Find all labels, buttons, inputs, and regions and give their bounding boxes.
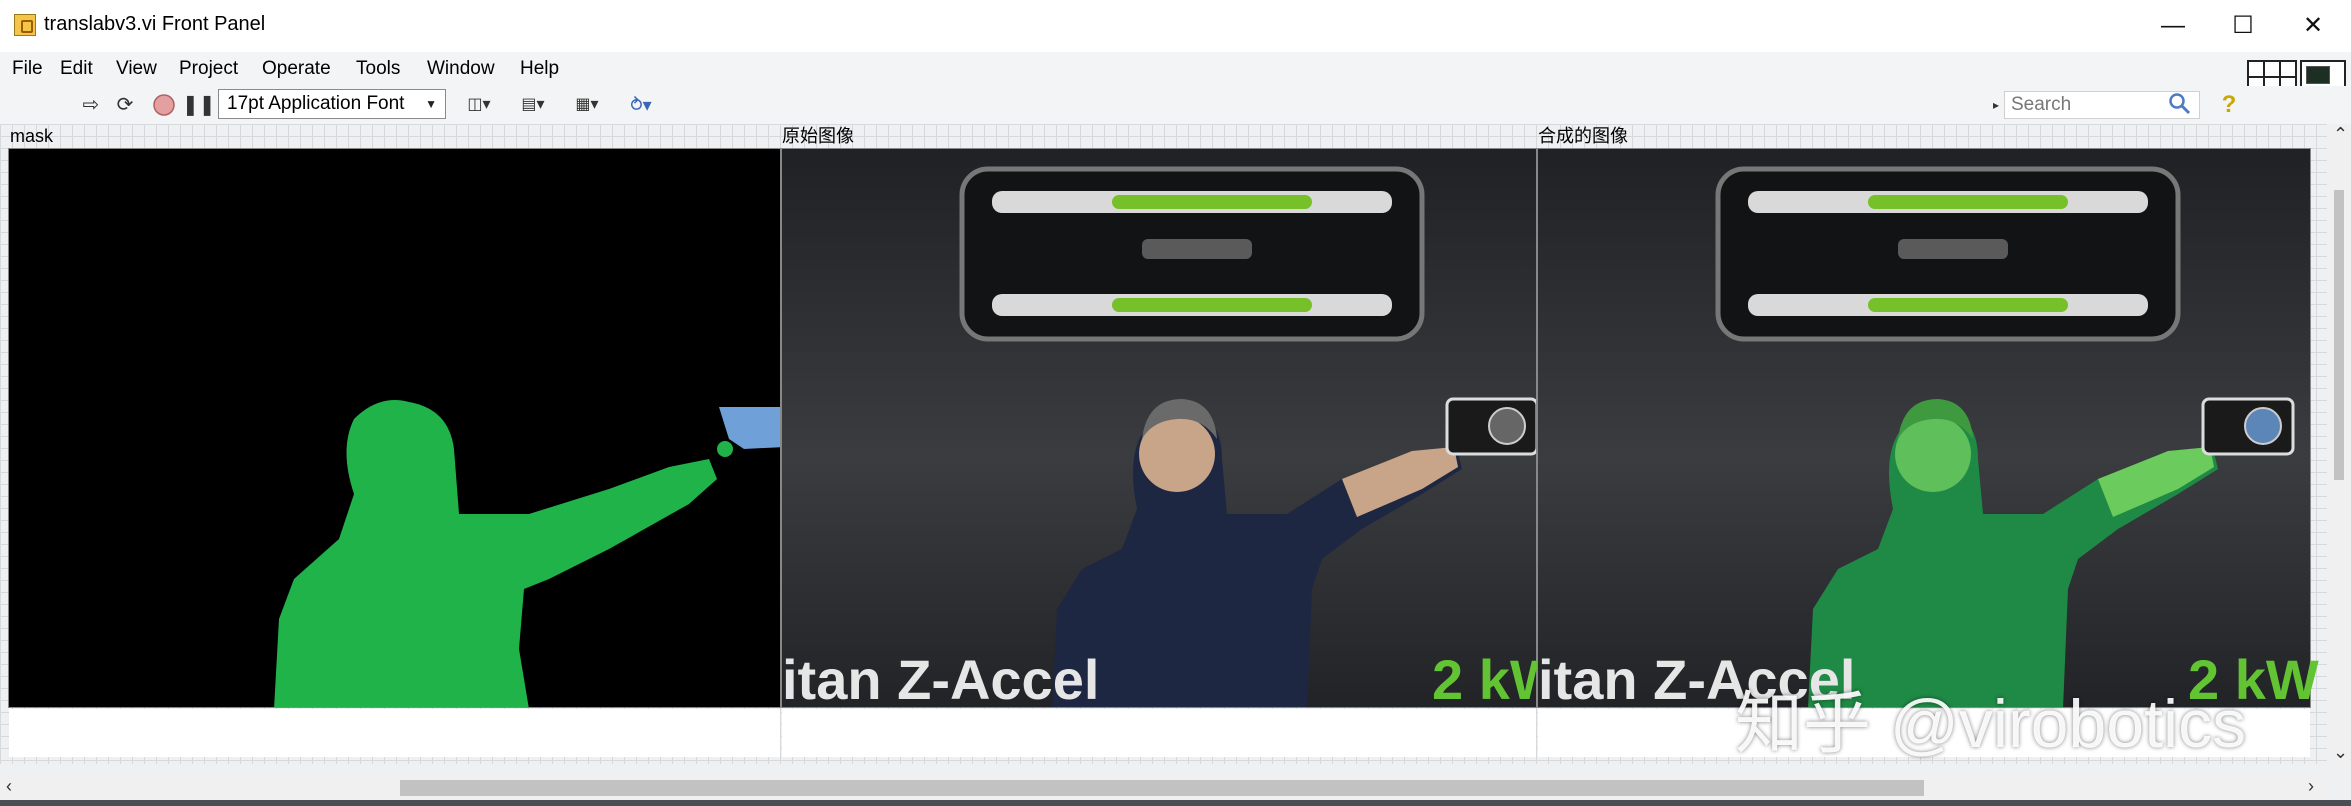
menu-bar: File Edit View Project Operate Tools Win…: [0, 52, 2351, 86]
desktop-strip: [0, 800, 2351, 806]
menu-help[interactable]: Help: [520, 52, 559, 86]
search-placeholder: Search: [2011, 94, 2072, 115]
pause-icon[interactable]: ❚❚: [182, 91, 216, 119]
toolbar: ⇨ ⟳ ❚❚ 17pt Application Font ▼ ◫▾ ▤▾ ▦▾ …: [0, 86, 2351, 125]
run-continuously-icon[interactable]: ⟳: [110, 91, 140, 119]
menu-file[interactable]: File: [12, 52, 43, 86]
gpu-banner-green-stripe-bottom: [1112, 298, 1312, 312]
scroll-left-icon[interactable]: ‹: [6, 776, 12, 797]
horizontal-scrollbar[interactable]: ‹ ›: [0, 776, 2327, 800]
distribute-objects-icon[interactable]: ▤▾: [512, 91, 554, 119]
vertical-scrollbar[interactable]: ⌃ ⌄: [2327, 124, 2351, 764]
original-display-footer: [782, 709, 1536, 757]
search-icon[interactable]: [2168, 92, 2191, 115]
original-image-label: 原始图像: [782, 126, 854, 146]
mask-image: [9, 149, 780, 707]
mask-image-display[interactable]: [8, 148, 781, 757]
vertical-scroll-thumb[interactable]: [2334, 190, 2344, 480]
composite-image: [1538, 149, 2310, 707]
composite-image-display[interactable]: itan Z-Accel 2 kW: [1537, 148, 2319, 757]
gpu-banner-logo: [1142, 239, 1252, 259]
gpu-fan-tinted-shape: [2244, 407, 2282, 445]
scroll-up-icon[interactable]: ⌃: [2333, 124, 2348, 145]
minimize-button[interactable]: —: [2138, 0, 2208, 52]
screen-icon: [2306, 66, 2330, 84]
menu-view[interactable]: View: [116, 52, 157, 86]
close-button[interactable]: ✕: [2278, 0, 2348, 52]
menu-tools[interactable]: Tools: [356, 52, 400, 86]
search-expand-icon[interactable]: ▸: [1990, 91, 2002, 119]
original-image-display[interactable]: itan Z-Accel 2 kW: [781, 148, 1563, 757]
gpu-banner-green-stripe-top: [1112, 195, 1312, 209]
mask-display-footer: [9, 709, 780, 757]
watermark: 知乎 @virobotics: [1735, 686, 2247, 762]
abort-icon[interactable]: [150, 91, 178, 119]
gpu-banner-green-stripe-top: [1868, 195, 2068, 209]
scroll-down-icon[interactable]: ⌄: [2333, 742, 2348, 763]
horizontal-scroll-thumb[interactable]: [400, 780, 1924, 796]
font-select-value: 17pt Application Font: [227, 93, 405, 114]
scroll-right-icon[interactable]: ›: [2308, 776, 2314, 797]
labview-vi-icon: [14, 14, 36, 36]
mask-hand-blob: [717, 441, 733, 457]
context-help-icon[interactable]: ?: [2216, 92, 2242, 118]
menu-operate[interactable]: Operate: [262, 52, 331, 86]
gpu-fan-shape: [1488, 407, 1526, 445]
menu-edit[interactable]: Edit: [60, 52, 93, 86]
align-objects-icon[interactable]: ◫▾: [458, 91, 500, 119]
gpu-banner-green-stripe-bottom: [1868, 298, 2068, 312]
reorder-icon[interactable]: ⥁▾: [620, 91, 662, 119]
mask-label: mask: [10, 126, 54, 146]
menu-window[interactable]: Window: [427, 52, 495, 86]
menu-project[interactable]: Project: [179, 52, 238, 86]
composite-image-label: 合成的图像: [1538, 126, 1628, 146]
gpu-banner-logo: [1898, 239, 2008, 259]
title-bar: translabv3.vi Front Panel — ☐ ✕: [0, 0, 2351, 53]
window-title: translabv3.vi Front Panel: [44, 13, 266, 35]
chevron-down-icon: ▼: [425, 97, 437, 111]
resize-objects-icon[interactable]: ▦▾: [566, 91, 608, 119]
original-image: [782, 149, 1536, 707]
stage-text-left: itan Z-Accel: [782, 648, 1100, 711]
maximize-button[interactable]: ☐: [2208, 0, 2278, 52]
font-select[interactable]: 17pt Application Font ▼: [218, 89, 446, 119]
run-arrow-icon[interactable]: ⇨: [78, 91, 104, 119]
